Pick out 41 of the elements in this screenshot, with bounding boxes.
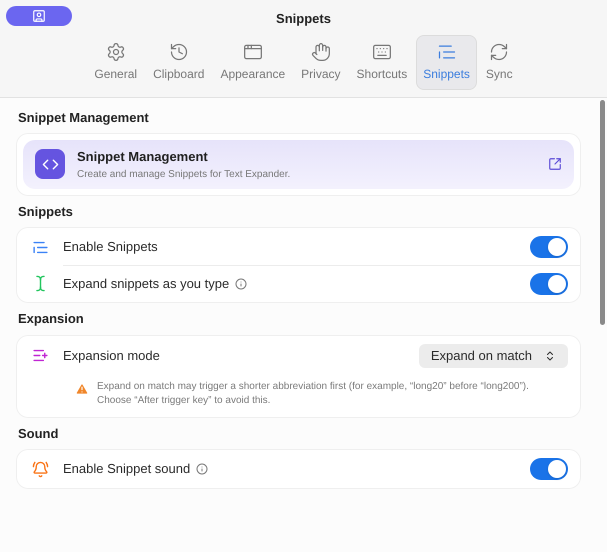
list-icon xyxy=(32,347,48,364)
toolbar-tab[interactable]: Appearance xyxy=(213,34,292,90)
keyboard-icon xyxy=(372,42,392,62)
code-icon xyxy=(35,149,65,180)
info-icon[interactable] xyxy=(235,278,248,290)
section-heading: Snippet Management xyxy=(17,108,150,127)
toolbar-tab[interactable]: Snippets xyxy=(416,34,477,90)
link-title: Snippet Management xyxy=(77,148,209,166)
snippet-management-link[interactable]: Snippet Management Create and manage Snippets for Text Expander. xyxy=(23,140,574,188)
gear-icon xyxy=(106,42,126,62)
toggle-switch[interactable] xyxy=(530,458,568,480)
section-heading: Sound xyxy=(17,424,60,442)
toolbar-tab[interactable]: Sync xyxy=(478,34,520,90)
setting-label: Expansion mode xyxy=(63,346,161,365)
section-heading: Expansion xyxy=(17,310,85,328)
account-button[interactable] xyxy=(6,6,72,26)
toggle-switch[interactable] xyxy=(530,272,568,294)
scrollbar-thumb[interactable] xyxy=(600,100,604,324)
bell-icon xyxy=(32,460,48,478)
history-icon xyxy=(168,42,189,62)
sync-icon xyxy=(489,42,510,62)
toolbar-tab[interactable]: Clipboard xyxy=(146,34,212,90)
link-description: Create and manage Snippets for Text Expander. xyxy=(77,168,292,182)
setting-label: Expand snippets as you type xyxy=(63,274,230,293)
toolbar-tab[interactable]: Privacy xyxy=(294,34,348,90)
section-heading: Snippets xyxy=(17,202,74,221)
toggle-switch[interactable] xyxy=(530,236,568,258)
window-title: Snippets xyxy=(276,10,331,28)
warning-text: Expand on match may trigger a shorter abbreviation first (for example, “long20” before “long200”). Choose “After trigger key” to avoid this. xyxy=(97,380,530,408)
info-icon[interactable] xyxy=(196,463,208,475)
warning-icon xyxy=(75,382,89,396)
hand-icon xyxy=(310,42,331,62)
window-icon xyxy=(242,42,263,62)
toolbar-tab[interactable]: Shortcuts xyxy=(350,34,414,90)
open-external-icon xyxy=(548,157,562,172)
setting-label: Enable Snippets xyxy=(63,238,158,256)
toolbar-tab[interactable]: General xyxy=(87,34,144,90)
setting-label: Enable Snippet sound xyxy=(63,460,190,478)
person-icon xyxy=(32,9,46,23)
chevrons-icon xyxy=(544,350,556,362)
mode-select[interactable]: Expand on match xyxy=(418,344,568,368)
